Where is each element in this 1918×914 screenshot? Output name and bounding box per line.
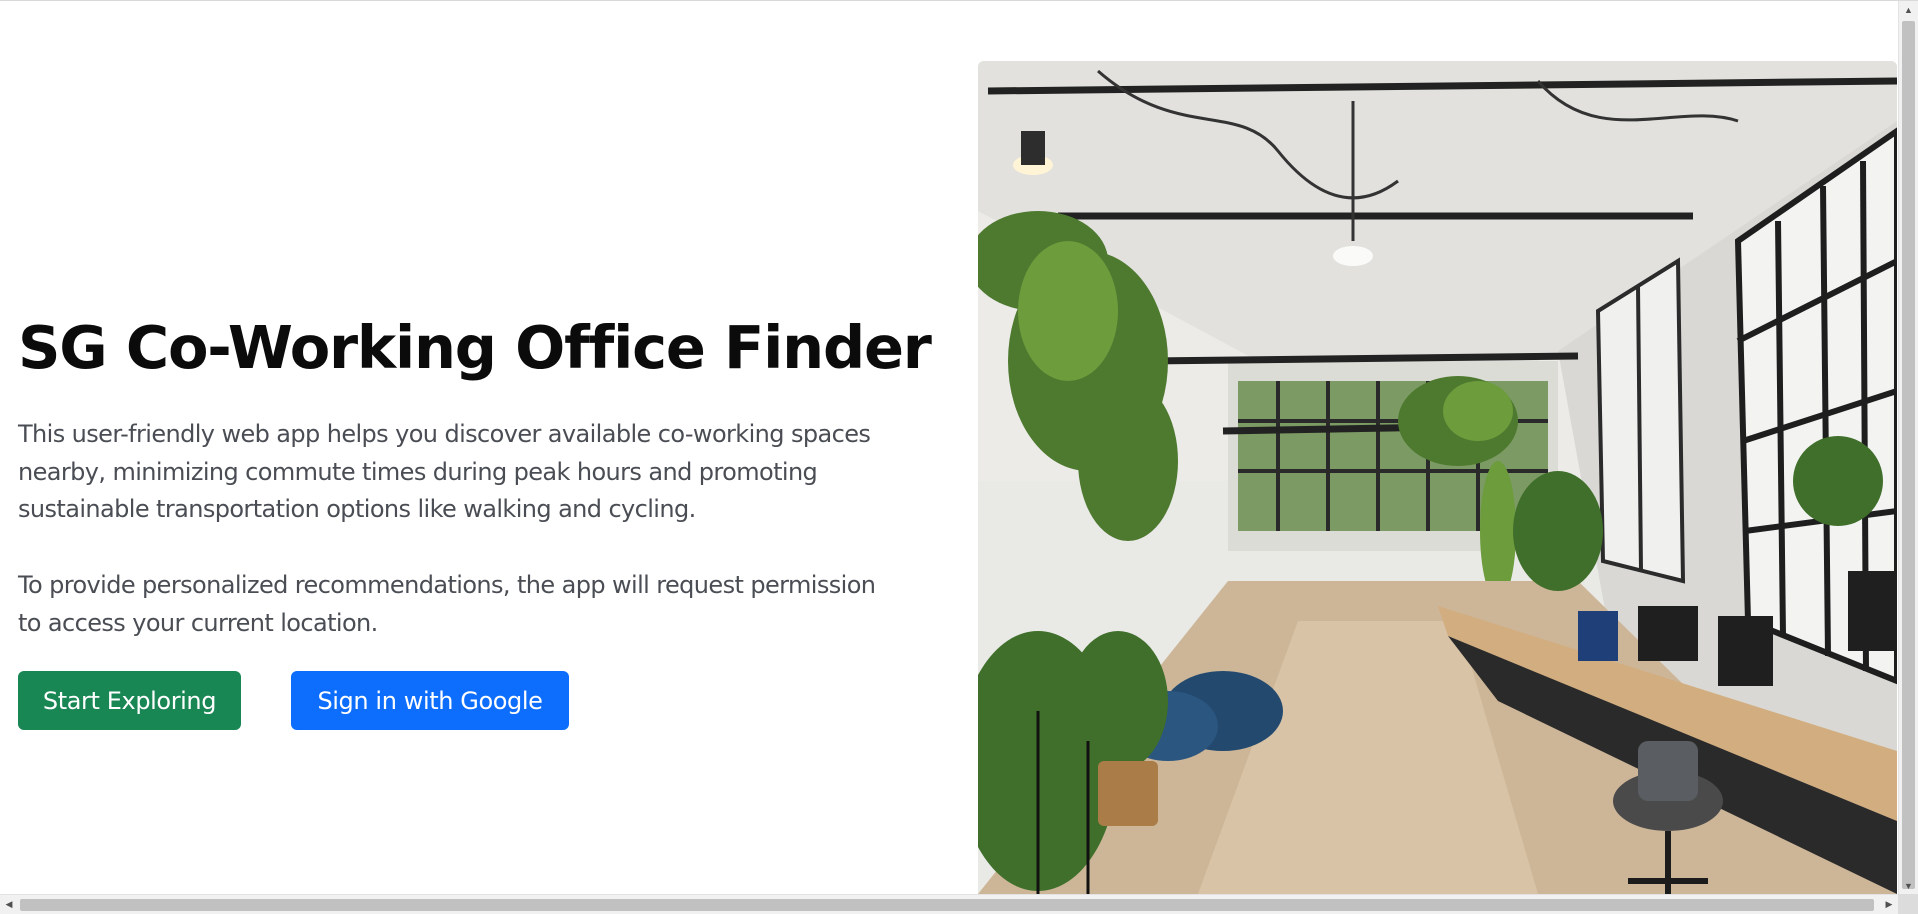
hero-description: This user-friendly web app helps you dis…: [18, 420, 871, 523]
hero-image: [978, 61, 1897, 894]
scroll-right-icon[interactable]: ▶: [1880, 895, 1898, 914]
scroll-down-icon[interactable]: ▼: [1899, 877, 1918, 895]
horizontal-scroll-thumb[interactable]: [20, 899, 1874, 911]
page-title: SG Co-Working Office Finder: [18, 313, 932, 382]
vertical-scroll-thumb[interactable]: [1902, 21, 1915, 889]
page: SG Co-Working Office Finder This user-fr…: [0, 0, 1918, 914]
scrollbar-corner: [1898, 894, 1918, 914]
scroll-up-icon[interactable]: ▲: [1899, 1, 1918, 19]
start-exploring-button[interactable]: Start Exploring: [18, 671, 241, 730]
location-permission-note: To provide personalized recommendations,…: [18, 571, 876, 637]
horizontal-scrollbar[interactable]: ◀ ▶: [0, 894, 1898, 914]
scroll-left-icon[interactable]: ◀: [0, 895, 18, 914]
vertical-scrollbar[interactable]: ▲ ▼: [1898, 1, 1918, 895]
google-sign-in-button[interactable]: Sign in with Google: [291, 671, 569, 730]
